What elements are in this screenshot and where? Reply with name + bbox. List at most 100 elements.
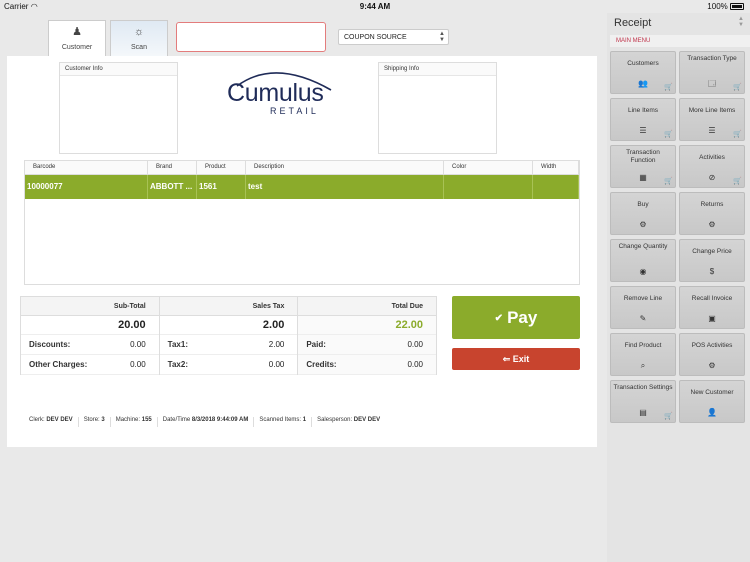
shipping-info-panel[interactable]: Shipping Info	[378, 62, 497, 154]
line-items-table: Barcode Brand Product Description Color …	[24, 160, 580, 285]
subtotal-column: Sub-Total 20.00 Discounts: 0.00 Other Cha…	[21, 297, 160, 375]
machine-info: Machine: 155	[111, 417, 158, 427]
main-menu-grid: Customers 👥 🛒 Transaction Type 🗔 🛒 Line Item…	[610, 51, 747, 423]
menu-customers[interactable]: Customers 👥 🛒	[610, 51, 676, 94]
cart-icon: 🛒	[733, 84, 742, 91]
main-panel: Customer Info Cumulus RETAIL Shipping In…	[7, 56, 597, 447]
table-header: Barcode Brand Product Description Color …	[25, 161, 579, 175]
menu-change-price[interactable]: Change Price $	[679, 239, 745, 282]
credits-label: Credits:	[306, 360, 337, 369]
column-header[interactable]: Brand	[148, 161, 197, 174]
tax2-label: Tax2:	[167, 360, 188, 369]
other-charges-value: 0.00	[130, 360, 146, 369]
cumulus-retail-logo: Cumulus RETAIL	[225, 64, 335, 116]
cart-icon: 🛒	[733, 178, 742, 185]
cell-barcode: 10000077	[25, 175, 148, 199]
paid-label: Paid:	[306, 340, 326, 349]
other-charges-label: Other Charges:	[29, 360, 88, 369]
pay-button[interactable]: ✔ Pay	[452, 296, 580, 339]
discounts-value: 0.00	[130, 340, 146, 349]
sales-tax-value: 2.00	[159, 316, 298, 335]
scan-input[interactable]	[176, 22, 326, 52]
back-arrow-icon: ⇐	[502, 354, 513, 364]
subtotal-label: Sub-Total	[21, 297, 159, 316]
cell-product: 1561	[197, 175, 246, 199]
menu-more-line-items[interactable]: More Line Items ☰ 🛒	[679, 98, 745, 141]
find-icon: ⌕	[640, 361, 646, 370]
menu-activities[interactable]: Activities ⊘ 🛒	[679, 145, 745, 188]
menu-transaction-function[interactable]: Transaction Function ▦ 🛒	[610, 145, 676, 188]
store-info: Store: 3	[79, 417, 111, 427]
tab-customer[interactable]: ♟ Customer	[48, 20, 106, 58]
column-header[interactable]: Product	[197, 161, 246, 174]
column-header[interactable]: Color	[444, 161, 533, 174]
cart-icon: 🛒	[664, 178, 673, 185]
discounts-label: Discounts:	[29, 340, 71, 349]
sidebar-scroll-arrows-icon[interactable]: ▲ ▼	[738, 16, 744, 28]
status-bar: Carrier ◠ 9:44 AM 100%	[0, 0, 750, 13]
coupon-source-select[interactable]: COUPON SOURCE ▲ ▼	[338, 29, 449, 45]
new-customer-icon: 👤	[707, 408, 717, 417]
exit-button[interactable]: ⇐ Exit	[452, 348, 580, 370]
column-header[interactable]: Width	[533, 161, 579, 174]
tax1-label: Tax1:	[167, 340, 188, 349]
cell-brand: ABBOTT ...	[148, 175, 197, 199]
menu-returns[interactable]: Returns ⚙	[679, 192, 745, 235]
menu-change-quantity[interactable]: Change Quantity ◉	[610, 239, 676, 282]
sidebar-title: Receipt	[614, 17, 652, 29]
exit-label: Exit	[512, 354, 530, 364]
price-icon: $	[709, 267, 715, 276]
receipt-sidebar: Receipt ▲ ▼ MAIN MENU Customers 👥 🛒 Transac…	[607, 13, 750, 562]
cell-width	[533, 175, 579, 199]
menu-transaction-settings[interactable]: Transaction Settings ▤ 🛒	[610, 380, 676, 423]
menu-transaction-type[interactable]: Transaction Type 🗔 🛒	[679, 51, 745, 94]
cell-description: test	[246, 175, 444, 199]
shipping-info-header: Shipping Info	[379, 63, 496, 76]
select-arrows-icon: ▲ ▼	[439, 31, 445, 43]
menu-recall-invoice[interactable]: Recall Invoice ▣	[679, 286, 745, 329]
cart-icon: 🛒	[733, 131, 742, 138]
other-charges-line: Other Charges: 0.00	[21, 355, 159, 375]
menu-line-items[interactable]: Line Items ☰ 🛒	[610, 98, 676, 141]
tax2-line: Tax2: 0.00	[159, 355, 298, 375]
menu-remove-line[interactable]: Remove Line ✎	[610, 286, 676, 329]
totals-panel: Sub-Total 20.00 Discounts: 0.00 Other Cha…	[20, 296, 437, 375]
quantity-icon: ◉	[639, 267, 647, 276]
sales-tax-column: Sales Tax 2.00 Tax1: 2.00 Tax2: 0.00	[159, 297, 299, 375]
tab-customer-label: Customer	[61, 44, 93, 51]
scanned-items-info: Scanned Items: 1	[254, 417, 313, 427]
battery-icon	[730, 3, 744, 10]
total-due-value: 22.00	[298, 316, 437, 335]
menu-new-customer[interactable]: New Customer 👤	[679, 380, 745, 423]
clerk-info: Clerk: DEV DEV	[24, 417, 79, 427]
menu-pos-activities[interactable]: POS Activities ⚙	[679, 333, 745, 376]
sales-tax-label: Sales Tax	[159, 297, 298, 316]
credits-line: Credits: 0.00	[298, 355, 437, 375]
recall-icon: ▣	[708, 314, 716, 323]
salesperson-info: Salesperson: DEV DEV	[317, 417, 381, 423]
clock: 9:44 AM	[359, 2, 391, 11]
cart-icon: 🛒	[664, 131, 673, 138]
paid-line: Paid: 0.00	[298, 335, 437, 355]
main-menu-header[interactable]: MAIN MENU	[610, 35, 750, 47]
person-icon: ♟	[72, 26, 82, 38]
pay-label: Pay	[507, 308, 538, 327]
column-header[interactable]: Barcode	[25, 161, 148, 174]
tab-scan[interactable]: ☼ Scan	[110, 20, 168, 58]
cart-icon: 🛒	[664, 413, 673, 420]
discounts-line: Discounts: 0.00	[21, 335, 159, 355]
customer-info-panel[interactable]: Customer Info	[59, 62, 178, 154]
check-icon: ✔	[494, 313, 504, 324]
cell-color	[444, 175, 533, 199]
tax2-value: 0.00	[268, 360, 285, 369]
subtotal-value: 20.00	[21, 316, 159, 335]
menu-find-product[interactable]: Find Product ⌕	[610, 333, 676, 376]
menu-buy[interactable]: Buy ⚙	[610, 192, 676, 235]
cart-icon: 🛒	[664, 84, 673, 91]
column-header[interactable]: Description	[246, 161, 444, 174]
battery-indicator: 100%	[707, 2, 744, 11]
tax1-value: 2.00	[268, 340, 285, 349]
paid-value: 0.00	[407, 340, 424, 349]
table-row[interactable]: 10000077 ABBOTT ... 1561 test	[25, 175, 579, 199]
customer-info-header: Customer Info	[60, 63, 177, 76]
